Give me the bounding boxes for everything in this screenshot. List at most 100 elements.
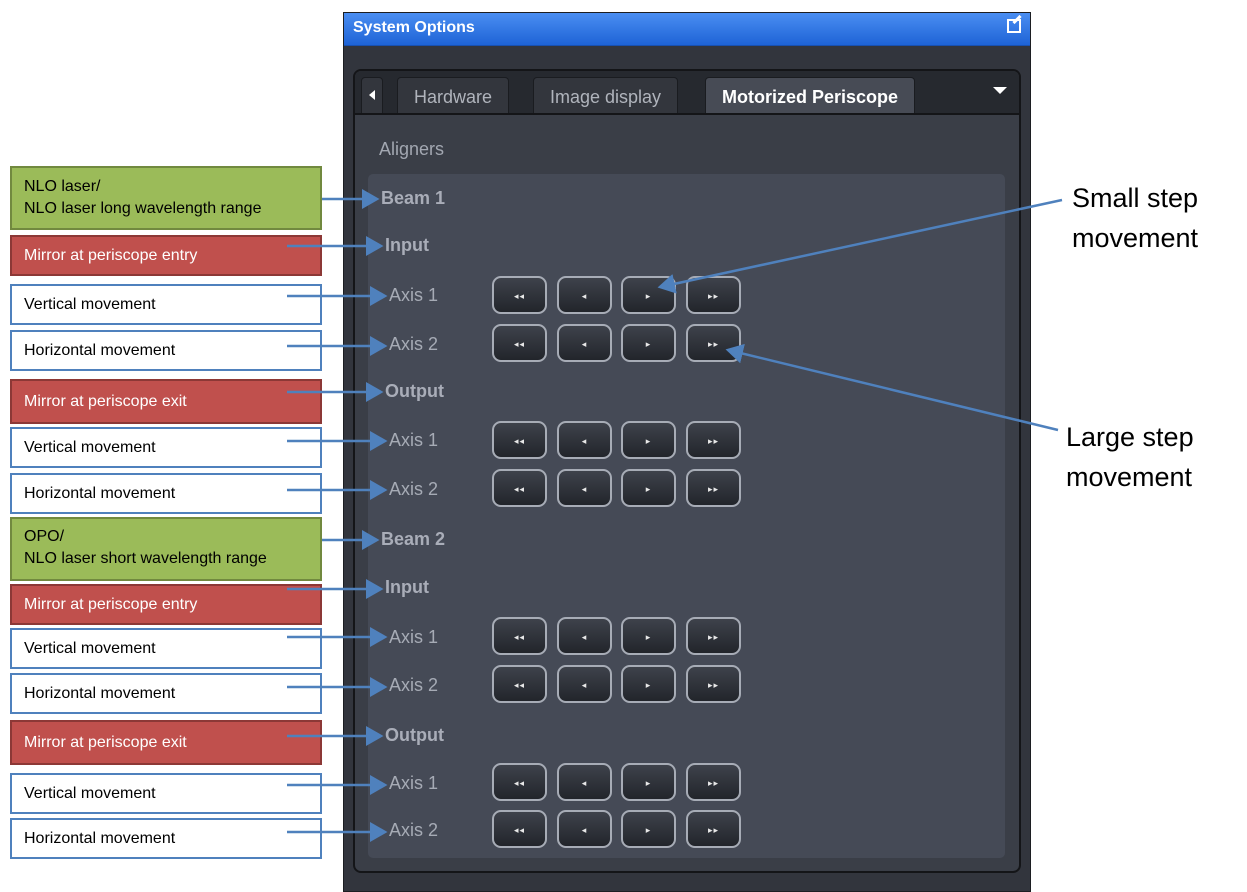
small-step-back-button[interactable]: ◂	[557, 665, 612, 703]
right-arrow-icon: ▸	[645, 825, 652, 835]
large-step-forward-button[interactable]: ▸▸	[686, 763, 741, 801]
right-arrow-icon: ▸	[645, 436, 652, 446]
large-step-line1: Large step	[1066, 422, 1194, 452]
annotation-beam1-title: NLO laser/	[24, 178, 101, 195]
beam2-input-label: Input	[385, 577, 429, 597]
tab-image-display[interactable]: Image display	[533, 77, 679, 113]
large-step-back-button[interactable]: ◂◂	[492, 763, 547, 801]
left-arrow-icon: ◂	[581, 484, 588, 494]
window-title: System Options	[353, 19, 475, 36]
large-step-back-button[interactable]: ◂◂	[492, 276, 547, 314]
right-arrow-icon: ▸	[645, 778, 652, 788]
large-step-back-button[interactable]: ◂◂	[492, 469, 547, 507]
annotation-vertical: Vertical movement	[10, 427, 322, 468]
double-right-arrow-icon: ▸▸	[707, 825, 720, 835]
small-step-forward-button[interactable]: ▸	[621, 763, 676, 801]
annotation-vertical: Vertical movement	[10, 773, 322, 814]
small-step-forward-button[interactable]: ▸	[621, 617, 676, 655]
beam2-label: Beam 2	[381, 529, 446, 549]
beam2-output-axis2-label: Axis 2	[389, 820, 439, 840]
left-arrow-icon: ◂	[581, 291, 588, 301]
annotation-beam1: NLO laser/ NLO laser long wavelength ran…	[10, 166, 322, 230]
double-right-arrow-icon: ▸▸	[707, 632, 720, 642]
left-arrow-icon: ◂	[581, 778, 588, 788]
large-step-back-button[interactable]: ◂◂	[492, 810, 547, 848]
beam1-label: Beam 1	[381, 188, 446, 208]
large-step-forward-button[interactable]: ▸▸	[686, 324, 741, 362]
right-arrow-icon: ▸	[645, 632, 652, 642]
annotation-mirror-exit: Mirror at periscope exit	[10, 379, 322, 424]
right-arrow-icon: ▸	[645, 339, 652, 349]
double-left-arrow-icon: ◂◂	[513, 825, 526, 835]
beam1-input-label: Input	[385, 235, 429, 255]
title-bar: System Options	[344, 13, 1030, 46]
beam2-output-label: Output	[385, 725, 444, 745]
small-step-back-button[interactable]: ◂	[557, 469, 612, 507]
double-left-arrow-icon: ◂◂	[513, 680, 526, 690]
large-step-forward-button[interactable]: ▸▸	[686, 617, 741, 655]
beam2-input-axis2-label: Axis 2	[389, 675, 439, 695]
annotation-beam2-title: OPO/	[24, 528, 65, 545]
annotation-mirror-entry: Mirror at periscope entry	[10, 235, 322, 276]
small-step-forward-button[interactable]: ▸	[621, 276, 676, 314]
double-left-arrow-icon: ◂◂	[513, 778, 526, 788]
double-right-arrow-icon: ▸▸	[707, 680, 720, 690]
beam2-output-axis1-label: Axis 1	[389, 773, 439, 793]
large-step-line2: movement	[1066, 462, 1193, 492]
right-arrow-icon: ▸	[645, 291, 652, 301]
tab-menu-dropdown-icon[interactable]	[993, 87, 1007, 94]
beam1-input-axis1-label: Axis 1	[389, 285, 439, 305]
left-arrow-icon: ◂	[581, 825, 588, 835]
double-left-arrow-icon: ◂◂	[513, 291, 526, 301]
tab-hardware[interactable]: Hardware	[397, 77, 510, 113]
tab-motorized-periscope[interactable]: Motorized Periscope	[705, 77, 916, 113]
small-step-back-button[interactable]: ◂	[557, 276, 612, 314]
small-step-forward-button[interactable]: ▸	[621, 324, 676, 362]
beam1-output-axis1-label: Axis 1	[389, 430, 439, 450]
annotation-horizontal: Horizontal movement	[10, 473, 322, 514]
annotation-mirror-entry: Mirror at periscope entry	[10, 584, 322, 625]
large-step-back-button[interactable]: ◂◂	[492, 665, 547, 703]
small-step-forward-button[interactable]: ▸	[621, 665, 676, 703]
large-step-back-button[interactable]: ◂◂	[492, 324, 547, 362]
small-step-forward-button[interactable]: ▸	[621, 421, 676, 459]
small-step-back-button[interactable]: ◂	[557, 324, 612, 362]
small-step-forward-button[interactable]: ▸	[621, 469, 676, 507]
options-container: Hardware Image display Motorized Perisco…	[353, 69, 1021, 873]
small-step-annotation: Small step movement	[1072, 178, 1198, 258]
double-left-arrow-icon: ◂◂	[513, 484, 526, 494]
beam1-input-axis2-label: Axis 2	[389, 334, 439, 354]
large-step-forward-button[interactable]: ▸▸	[686, 469, 741, 507]
double-right-arrow-icon: ▸▸	[707, 484, 720, 494]
annotation-horizontal: Horizontal movement	[10, 818, 322, 859]
small-step-back-button[interactable]: ◂	[557, 810, 612, 848]
large-step-back-button[interactable]: ◂◂	[492, 617, 547, 655]
large-step-forward-button[interactable]: ▸▸	[686, 421, 741, 459]
annotation-vertical: Vertical movement	[10, 284, 322, 325]
aligners-group	[368, 174, 1005, 858]
large-step-forward-button[interactable]: ▸▸	[686, 276, 741, 314]
double-left-arrow-icon: ◂◂	[513, 436, 526, 446]
small-step-forward-button[interactable]: ▸	[621, 810, 676, 848]
left-arrow-icon: ◂	[581, 436, 588, 446]
undock-icon[interactable]	[1007, 19, 1021, 33]
beam1-output-axis2-label: Axis 2	[389, 479, 439, 499]
right-arrow-icon: ▸	[645, 484, 652, 494]
small-step-line2: movement	[1072, 223, 1199, 253]
double-right-arrow-icon: ▸▸	[707, 339, 720, 349]
section-title-aligners: Aligners	[379, 139, 445, 159]
double-right-arrow-icon: ▸▸	[707, 436, 720, 446]
left-arrow-icon: ◂	[581, 339, 588, 349]
large-step-forward-button[interactable]: ▸▸	[686, 810, 741, 848]
small-step-back-button[interactable]: ◂	[557, 763, 612, 801]
small-step-back-button[interactable]: ◂	[557, 421, 612, 459]
small-step-back-button[interactable]: ◂	[557, 617, 612, 655]
large-step-back-button[interactable]: ◂◂	[492, 421, 547, 459]
tab-scroll-left-icon[interactable]	[361, 77, 383, 113]
annotation-beam2: OPO/ NLO laser short wavelength range	[10, 517, 322, 581]
large-step-forward-button[interactable]: ▸▸	[686, 665, 741, 703]
double-right-arrow-icon: ▸▸	[707, 291, 720, 301]
tab-strip: Hardware Image display Motorized Perisco…	[355, 71, 1019, 115]
annotation-horizontal: Horizontal movement	[10, 330, 322, 371]
right-arrow-icon: ▸	[645, 680, 652, 690]
